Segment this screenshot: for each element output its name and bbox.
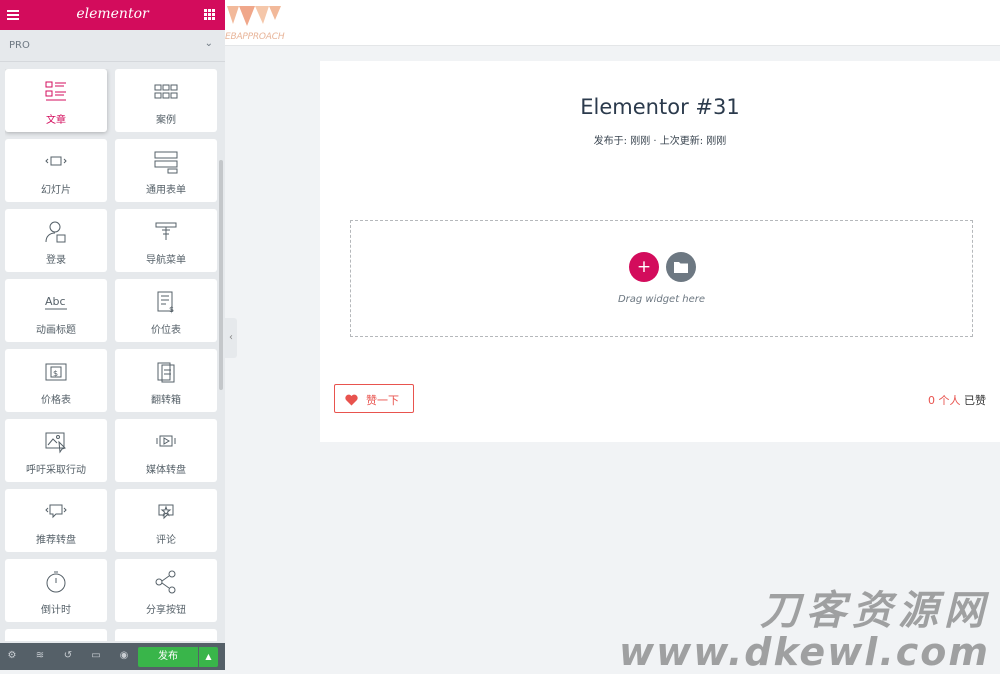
responsive-icon[interactable]: ▭ [90, 650, 102, 662]
page-title: Elementor #31 [580, 95, 740, 119]
widget-form[interactable]: 通用表单 [115, 139, 217, 202]
elementor-panel: elementor PRO ⌄ 文章 案例幻灯片 通用表单登录 导航菜单 Abc 动画标题… [0, 0, 225, 670]
widget-partial[interactable] [5, 629, 107, 641]
widget-share[interactable]: 分享按钮 [115, 559, 217, 622]
widget-label: 文章 [46, 115, 66, 126]
history-icon[interactable]: ↺ [62, 650, 74, 662]
add-template-button[interactable] [666, 252, 696, 282]
svg-text:$: $ [169, 305, 174, 314]
widget-label: 导航菜单 [146, 255, 186, 266]
panel-header: elementor [0, 0, 225, 30]
widget-call-to-action[interactable]: 呼吁采取行动 [5, 419, 107, 482]
post-meta: 发布于: 刚刚 · 上次更新: 刚刚 [593, 136, 727, 147]
widget-label: 呼吁采取行动 [26, 465, 86, 476]
animated-headline-icon: Abc [45, 295, 67, 310]
share-icon [155, 570, 176, 594]
widget-flip-box[interactable]: 翻转箱 [115, 349, 217, 412]
widget-label: 案例 [156, 115, 176, 126]
widget-price-table[interactable]: $ 价格表 [5, 349, 107, 412]
call-to-action-icon [45, 432, 66, 454]
widget-nav-menu[interactable]: 导航菜单 [115, 209, 217, 272]
widget-grid: 文章 案例幻灯片 通用表单登录 导航菜单 Abc 动画标题 $ 价位表 $ 价格表 翻转箱呼吁采取行… [5, 69, 219, 641]
countdown-icon [46, 571, 66, 593]
like-count: 0 个人 已赞 [928, 392, 986, 408]
panel-scrollbar[interactable] [219, 160, 223, 390]
widget-label: 倒计时 [41, 605, 71, 616]
reviews-icon [158, 504, 174, 520]
widget-posts[interactable]: 文章 [5, 69, 107, 132]
like-count-suffix: 已赞 [964, 394, 986, 407]
price-table-icon: $ [45, 363, 67, 381]
navigator-icon[interactable]: ≋ [34, 650, 46, 662]
nav-menu-icon [155, 222, 177, 240]
site-logo-text: EBAPPROACH [225, 32, 285, 42]
widget-partial[interactable] [115, 629, 217, 641]
widget-label: 评论 [156, 535, 176, 546]
widget-animated-headline[interactable]: Abc 动画标题 [5, 279, 107, 342]
publish-button[interactable]: 发布 [138, 647, 198, 667]
widget-label: 幻灯片 [41, 185, 71, 196]
widget-label: 媒体转盘 [146, 465, 186, 476]
folder-icon [674, 262, 688, 273]
panel-footer: ⚙ ≋ ↺ ▭ ◉ 发布 ▲ [0, 643, 225, 670]
svg-text:$: $ [53, 369, 58, 378]
widget-countdown[interactable]: 倒计时 [5, 559, 107, 622]
widget-reviews[interactable]: 评论 [115, 489, 217, 552]
site-logo[interactable]: EBAPPROACH [225, 2, 285, 44]
chevron-down-icon: ⌄ [204, 38, 213, 49]
widget-drop-zone[interactable]: + Drag widget here [350, 220, 973, 337]
watermark-line2: www.dkewl.com [618, 630, 990, 674]
like-count-number: 0 个人 [928, 394, 961, 407]
widget-media-carousel[interactable]: 媒体转盘 [115, 419, 217, 482]
price-list-icon: $ [157, 291, 174, 314]
widget-label: 通用表单 [146, 185, 186, 196]
testimonial-carousel-icon [45, 504, 67, 519]
settings-icon[interactable]: ⚙ [6, 650, 18, 662]
panel-collapse-toggle[interactable]: ‹ [225, 318, 237, 358]
widget-label: 推荐转盘 [36, 535, 76, 546]
widget-label: 登录 [46, 255, 66, 266]
section-title: PRO [9, 40, 30, 51]
posts-icon [45, 81, 66, 101]
slides-icon [45, 156, 67, 166]
widget-portfolio[interactable]: 案例 [115, 69, 217, 132]
page-content: Elementor #31 发布于: 刚刚 · 上次更新: 刚刚 + Drag … [320, 61, 1000, 442]
portfolio-icon [154, 84, 178, 99]
elementor-logo: elementor [76, 6, 149, 22]
svg-text:Abc: Abc [45, 295, 66, 308]
widget-label: 分享按钮 [146, 605, 186, 616]
like-label: 赞一下 [366, 394, 399, 407]
heart-icon [345, 394, 358, 406]
site-header: EBAPPROACH [225, 0, 1000, 46]
drop-hint: Drag widget here [617, 294, 706, 305]
add-section-button[interactable]: + [629, 252, 659, 282]
widget-label: 价格表 [41, 395, 71, 406]
widget-testimonial-carousel[interactable]: 推荐转盘 [5, 489, 107, 552]
widget-label: 价位表 [151, 325, 181, 336]
widget-label: 翻转箱 [151, 395, 181, 406]
media-carousel-icon [156, 435, 176, 447]
widgets-grid-icon[interactable] [204, 9, 215, 20]
watermark: 刀客资源网 www.dkewl.com [619, 578, 990, 674]
watermark-line1: 刀客资源网 [760, 588, 990, 634]
login-icon [45, 221, 66, 243]
section-pro-header[interactable]: PRO ⌄ [0, 30, 225, 62]
publish-options-button[interactable]: ▲ [199, 647, 218, 667]
widget-login[interactable]: 登录 [5, 209, 107, 272]
form-icon [154, 151, 178, 174]
flip-box-icon [157, 362, 175, 383]
preview-icon[interactable]: ◉ [118, 650, 130, 662]
widget-slides[interactable]: 幻灯片 [5, 139, 107, 202]
widget-label: 动画标题 [36, 325, 76, 336]
widget-price-list[interactable]: $ 价位表 [115, 279, 217, 342]
like-button[interactable]: 赞一下 [334, 384, 414, 413]
